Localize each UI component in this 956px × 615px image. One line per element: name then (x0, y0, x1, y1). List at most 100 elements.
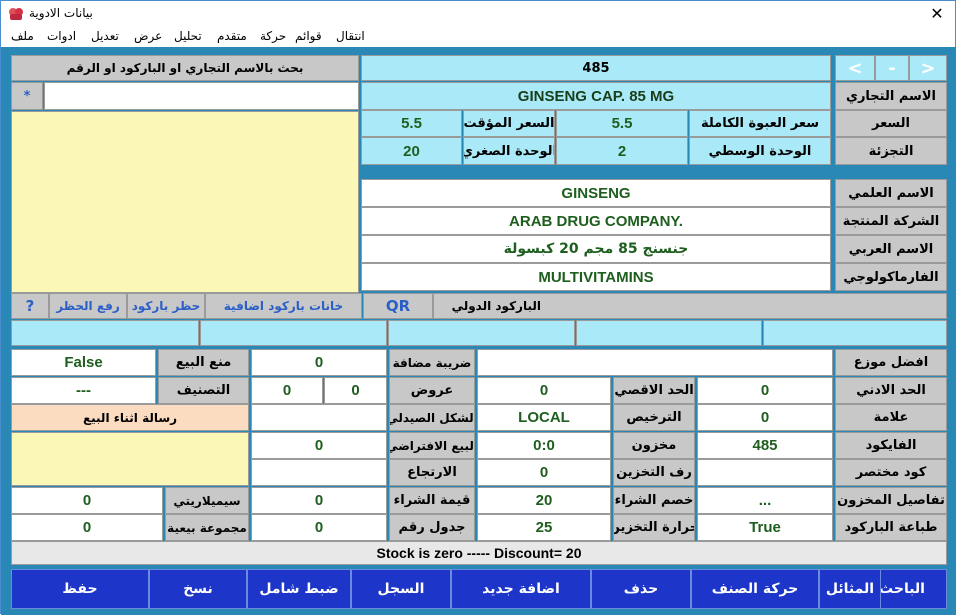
storage-shelf-label: رف التخزين (613, 459, 695, 486)
wildcard-button[interactable]: * (11, 82, 43, 110)
similarity-value[interactable]: 0 (11, 487, 163, 514)
best-distributor-value[interactable] (477, 349, 833, 376)
sales-group-label: مجموعة بيعية (165, 514, 249, 541)
menu-view[interactable]: عرض (134, 29, 162, 43)
print-barcode-value[interactable]: True (697, 514, 833, 541)
pharmacology-label: الفارماكولوجي (835, 263, 947, 291)
extra-barcode-fields-button[interactable]: خانات باركود اضافية (205, 293, 362, 319)
copy-button[interactable]: نسخ (149, 569, 247, 609)
license-value[interactable]: LOCAL (477, 404, 611, 431)
delete-button[interactable]: حذف (591, 569, 691, 609)
purchase-value-value[interactable]: 0 (251, 487, 387, 514)
similarity-label: سيميلاريتي (165, 487, 249, 514)
purchase-discount-value[interactable]: 20 (477, 487, 611, 514)
trade-name-value[interactable]: GINSENG CAP. 85 MG (361, 82, 831, 110)
mark-label: علامة (835, 404, 947, 431)
middle-unit-value[interactable]: 2 (556, 137, 688, 165)
item-movement-button[interactable]: حركة الصنف (691, 569, 819, 609)
temp-price-value[interactable]: 5.5 (361, 110, 462, 137)
min-limit-value[interactable]: 0 (697, 377, 833, 404)
default-sale-value[interactable]: 0 (251, 432, 387, 459)
menu-advanced[interactable]: متقدم (217, 29, 247, 43)
barcode-field-4[interactable] (200, 320, 387, 346)
menu-tools[interactable]: ادوات (47, 29, 76, 43)
barcode-field-3[interactable] (388, 320, 575, 346)
middle-unit-label: الوحدة الوسطي (689, 137, 831, 165)
table-number-value[interactable]: 0 (251, 514, 387, 541)
prevent-sale-value[interactable]: False (11, 349, 156, 376)
small-unit-label: الوحدة الصغري (463, 137, 555, 165)
nav-prev-button[interactable]: < (835, 55, 875, 81)
arabic-name-label: الاسم العربي (835, 235, 947, 263)
mark-value[interactable]: 0 (697, 404, 833, 431)
barcode-field-2[interactable] (576, 320, 762, 346)
short-code-value[interactable] (697, 459, 833, 486)
best-distributor-label: افضل موزع (835, 349, 947, 376)
offers-label: عروض (389, 377, 475, 404)
arabic-name-value[interactable]: جنسنج 85 مجم 20 كبسولة (361, 235, 831, 263)
item-code-value[interactable]: 485 (697, 432, 833, 459)
storage-shelf-value[interactable]: 0 (477, 459, 611, 486)
similar-button[interactable]: المثائل (819, 569, 881, 609)
app-window: بيانات الادوية ✕ ملف ادوات تعديل عرض تحل… (0, 0, 956, 615)
stock-label: مخزون (613, 432, 695, 459)
max-limit-value[interactable]: 0 (477, 377, 611, 404)
intl-barcode-label: الباركود الدولي (433, 293, 947, 319)
full-pack-price-value[interactable]: 5.5 (556, 110, 688, 137)
search-results-list[interactable] (11, 111, 359, 293)
full-adjust-button[interactable]: ضبط شامل (247, 569, 351, 609)
dosage-form-label: الشكل الصيدلي (389, 404, 475, 431)
stock-details-value[interactable]: ... (697, 487, 833, 514)
classification-value[interactable]: --- (11, 377, 156, 404)
item-code-label: الفايكود (835, 432, 947, 459)
scientific-name-value[interactable]: GINSENG (361, 179, 831, 207)
close-icon[interactable]: ✕ (923, 3, 951, 25)
log-button[interactable]: السجل (351, 569, 451, 609)
small-unit-value[interactable]: 20 (361, 137, 462, 165)
search-input[interactable] (44, 82, 359, 110)
storage-temp-label: حرارة التخزين (613, 514, 695, 541)
full-pack-price-label: سعر العبوة الكاملة (689, 110, 831, 137)
max-limit-label: الحد الاقصي (613, 377, 695, 404)
menu-edit[interactable]: تعديل (91, 29, 119, 43)
save-button[interactable]: حفظ (11, 569, 149, 609)
purchase-value-label: قيمة الشراء (389, 487, 475, 514)
short-code-label: كود مختصر (835, 459, 947, 486)
print-barcode-label: طباعة الباركود (835, 514, 947, 541)
vat-value[interactable]: 0 (251, 349, 387, 376)
status-bar: Stock is zero ----- Discount= 20 (11, 541, 947, 565)
menu-lists[interactable]: قوائم (295, 29, 322, 43)
add-new-button[interactable]: اضافة جديد (451, 569, 591, 609)
stock-details-label: تفاصيل المخزون (835, 487, 947, 514)
menu-movement[interactable]: حركة (260, 29, 286, 43)
sale-message-box[interactable] (11, 432, 249, 486)
barcode-ban-button[interactable]: حظر باركود (127, 293, 205, 319)
help-button[interactable]: ? (11, 293, 49, 319)
purchase-discount-label: خصم الشراء (613, 487, 695, 514)
pharmacology-value[interactable]: MULTIVITAMINS (361, 263, 831, 291)
manufacturer-value[interactable]: ARAB DRUG COMPANY. (361, 207, 831, 235)
nav-next-button[interactable]: > (909, 55, 947, 81)
barcode-field-1[interactable] (763, 320, 947, 346)
menu-analysis[interactable]: تحليل (174, 29, 202, 43)
return-label: الارتجاع (389, 459, 475, 486)
sale-message-label: رسالة اثناء البيع (11, 404, 249, 431)
menu-file[interactable]: ملف (11, 29, 34, 43)
menu-bar: ملف ادوات تعديل عرض تحليل متقدم حركة قوا… (1, 27, 955, 47)
split-label: التجزئة (835, 137, 947, 165)
storage-temp-value[interactable]: 25 (477, 514, 611, 541)
offers-value-1[interactable]: 0 (324, 377, 387, 404)
return-value[interactable] (251, 459, 387, 486)
barcode-field-5[interactable] (11, 320, 199, 346)
nav-minus-button[interactable]: - (875, 55, 909, 81)
sales-group-value[interactable]: 0 (11, 514, 163, 541)
menu-navigate[interactable]: انتقال (336, 29, 365, 43)
drug-form: 485 < - > بحث بالاسم التجاري او الباركود… (1, 47, 956, 615)
offers-value-2[interactable]: 0 (251, 377, 323, 404)
window-title: بيانات الادوية (29, 6, 93, 20)
qr-button[interactable]: QR (363, 293, 433, 319)
lift-ban-button[interactable]: رفع الحظر (49, 293, 127, 319)
stock-value[interactable]: 0:0 (477, 432, 611, 459)
prevent-sale-label: منع البيع (158, 349, 249, 376)
dosage-form-value[interactable] (251, 404, 387, 431)
